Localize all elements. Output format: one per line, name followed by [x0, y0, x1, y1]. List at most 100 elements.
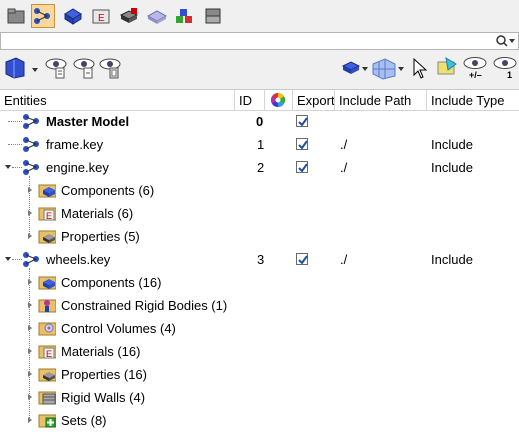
tree-row-properties[interactable]: Properties (5) [0, 225, 519, 248]
tree-connector [12, 167, 22, 169]
tree-row-label: Control Volumes (4) [61, 321, 176, 336]
expand-icon[interactable] [27, 348, 33, 354]
expand-icon[interactable] [27, 279, 33, 285]
tree-row-wheels-key[interactable]: wheels.key 3 ./ Include [0, 248, 519, 271]
export-checkbox[interactable] [296, 253, 308, 265]
include-file-icon [23, 160, 39, 175]
tree-row-label: Components (16) [61, 275, 162, 290]
svg-text:E: E [46, 349, 52, 359]
svg-text:E: E [46, 211, 52, 221]
tree-row-label: Sets (8) [61, 413, 107, 428]
cursor-icon[interactable] [410, 55, 430, 81]
include-path: ./ [340, 252, 348, 267]
properties-icon[interactable] [117, 4, 141, 28]
include-type: Include [431, 252, 473, 267]
show-one-icon[interactable]: 1 [492, 55, 518, 81]
tree-row-engine-key[interactable]: engine.key 2 ./ Include [0, 156, 519, 179]
entity-type-toolbar: E [0, 0, 519, 32]
tree-row-control-volumes[interactable]: Control Volumes (4) [0, 317, 519, 340]
include-path: ./ [340, 137, 348, 152]
fill-icon[interactable] [434, 55, 460, 81]
constrained-rigid-bodies-folder-icon [38, 299, 56, 313]
expand-icon[interactable] [27, 233, 33, 239]
expand-icon[interactable] [27, 417, 33, 423]
search-icon[interactable] [494, 33, 516, 49]
tree-row-id: 1 [257, 137, 265, 152]
materials-icon[interactable]: E [89, 4, 113, 28]
tree-row-label: Materials (16) [61, 344, 141, 359]
expand-icon[interactable] [27, 210, 33, 216]
tree-row-label: Rigid Walls (4) [61, 390, 146, 405]
tree-row-frame-key[interactable]: frame.key 1 ./ Include [0, 133, 519, 156]
column-header-id[interactable]: ID [235, 90, 265, 110]
tree-row-materials[interactable]: E Materials (6) [0, 202, 519, 225]
tree-row-label: Properties (5) [61, 229, 140, 244]
view-toolbar: +/– 1 [0, 52, 519, 84]
collapse-icon[interactable] [5, 256, 11, 262]
components-folder-icon [38, 184, 56, 198]
tree-connector [8, 121, 22, 123]
tree-row-components[interactable]: Components (6) [0, 179, 519, 202]
tree-row-label: wheels.key [46, 252, 111, 267]
tree-row-id: 0 [256, 114, 264, 129]
show-plus-minus-icon[interactable]: +/– [462, 55, 488, 81]
tree-row-label: Materials (6) [61, 206, 134, 221]
column-header-include-path[interactable]: Include Path [335, 90, 427, 110]
tree-row-label: Constrained Rigid Bodies (1) [61, 298, 228, 313]
tree-row-id: 3 [257, 252, 265, 267]
tree-row-label: Properties (16) [61, 367, 147, 382]
svg-text:E: E [98, 13, 105, 24]
sets-icon[interactable] [173, 4, 197, 28]
include-file-icon [23, 137, 39, 152]
expand-icon[interactable] [27, 325, 33, 331]
tree-row-constrained-rigid-bodies[interactable]: Constrained Rigid Bodies (1) [0, 294, 519, 317]
entity-browser-grid: Entities ID Export Include Path Include … [0, 89, 519, 434]
properties-folder-icon [38, 368, 56, 382]
color-wheel-icon [270, 92, 286, 108]
expand-icon[interactable] [27, 302, 33, 308]
include-file-icon [23, 252, 39, 267]
export-checkbox[interactable] [296, 115, 308, 127]
search-input[interactable] [0, 32, 519, 50]
plus-minus-badge: +/– [469, 70, 482, 80]
show-tree-icon[interactable] [72, 55, 96, 81]
materials-folder-icon: E [38, 207, 56, 221]
tree-row-materials[interactable]: E Materials (16) [0, 340, 519, 363]
one-badge: 1 [507, 70, 513, 80]
box-icon[interactable] [201, 4, 225, 28]
show-flat-icon[interactable] [98, 55, 122, 81]
solid-mode-icon[interactable] [341, 55, 369, 81]
include-type: Include [431, 160, 473, 175]
grid-header: Entities ID Export Include Path Include … [0, 90, 519, 111]
control-volumes-folder-icon [38, 322, 56, 336]
tree-row-properties[interactable]: Properties (16) [0, 363, 519, 386]
tree-row-components[interactable]: Components (16) [0, 271, 519, 294]
properties-folder-icon [38, 230, 56, 244]
expand-icon[interactable] [27, 394, 33, 400]
show-list-icon[interactable] [44, 55, 68, 81]
expand-icon[interactable] [27, 371, 33, 377]
model-tree-icon[interactable] [31, 4, 55, 28]
mesh-mode-icon[interactable] [371, 55, 405, 81]
rigid-walls-folder-icon [38, 391, 56, 405]
groups-icon[interactable] [145, 4, 169, 28]
column-header-color[interactable] [265, 90, 293, 110]
components-folder-icon [38, 276, 56, 290]
sets-folder-icon [38, 414, 56, 428]
export-checkbox[interactable] [296, 161, 308, 173]
entity-view-icon[interactable] [4, 55, 40, 81]
components-icon[interactable] [61, 4, 85, 28]
folder-gray-icon[interactable] [4, 4, 28, 28]
export-checkbox[interactable] [296, 138, 308, 150]
collapse-icon[interactable] [5, 164, 11, 170]
column-header-export[interactable]: Export [293, 90, 335, 110]
column-header-entities[interactable]: Entities [0, 90, 235, 110]
tree-row-master-model[interactable]: Master Model 0 [0, 110, 519, 133]
tree-row-id: 2 [257, 160, 265, 175]
tree-row-label: frame.key [46, 137, 104, 152]
expand-icon[interactable] [27, 187, 33, 193]
column-header-include-type[interactable]: Include Type [427, 90, 519, 110]
tree-row-label: Master Model [46, 114, 130, 129]
tree-row-rigid-walls[interactable]: Rigid Walls (4) [0, 386, 519, 409]
tree-row-sets[interactable]: Sets (8) [0, 409, 519, 432]
